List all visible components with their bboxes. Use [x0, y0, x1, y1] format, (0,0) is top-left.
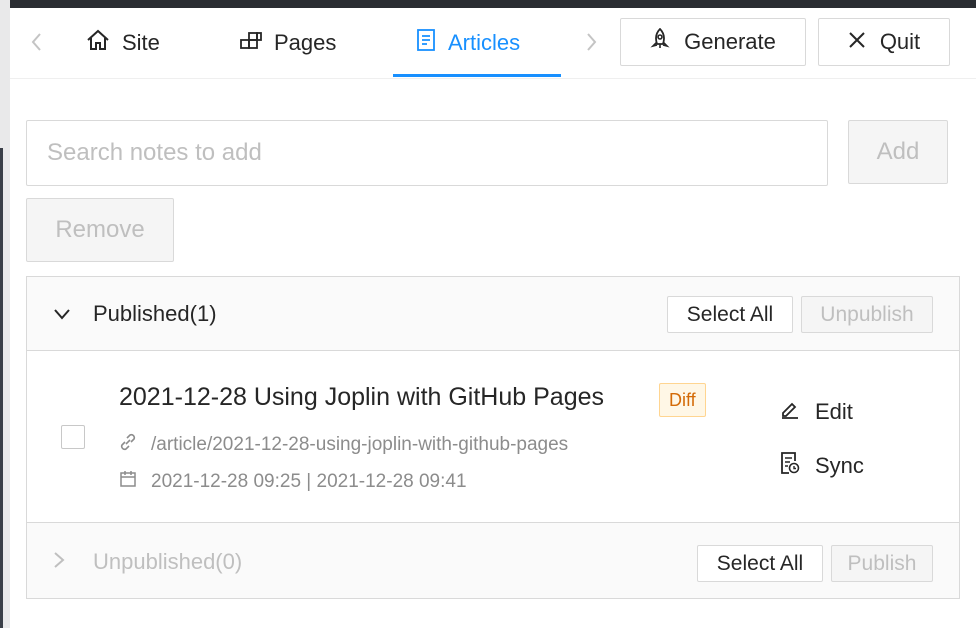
tab-pages-label: Pages: [274, 30, 337, 55]
unpublished-title: Unpublished(0): [93, 549, 243, 574]
pages-icon: [240, 30, 274, 56]
article-title[interactable]: 2021-12-28 Using Joplin with GitHub Page…: [119, 383, 604, 412]
unpublish-button[interactable]: Unpublish: [801, 296, 933, 333]
publish-button[interactable]: Publish: [831, 545, 933, 582]
unpublish-label: Unpublish: [820, 302, 914, 326]
chevron-down-icon[interactable]: [53, 307, 71, 325]
select-all-label: Select All: [686, 302, 774, 326]
link-icon: [119, 433, 151, 457]
remove-label: Remove: [55, 216, 145, 243]
tab-header: Site Pages Articles Generate Quit: [10, 8, 976, 79]
item-checkbox[interactable]: [61, 425, 85, 449]
article-path: /article/2021-12-28-using-joplin-with-gi…: [151, 434, 569, 455]
edit-action[interactable]: Edit: [779, 399, 853, 425]
close-icon: [848, 29, 880, 55]
tab-site-label: Site: [122, 30, 160, 55]
tab-scroll-left-icon[interactable]: [30, 32, 42, 52]
remove-button[interactable]: Remove: [26, 198, 174, 262]
tab-site[interactable]: Site: [86, 8, 160, 78]
chevron-right-icon[interactable]: [53, 551, 65, 574]
home-icon: [86, 29, 122, 57]
active-tab-indicator: [393, 74, 561, 77]
tab-articles[interactable]: Articles: [416, 8, 520, 78]
sync-action[interactable]: Sync: [779, 451, 864, 481]
article-dates: 2021-12-28 09:25 | 2021-12-28 09:41: [151, 471, 467, 492]
sync-label: Sync: [815, 453, 864, 478]
select-all-label: Select All: [716, 551, 804, 575]
main-panel: Site Pages Articles Generate Quit Search…: [10, 8, 976, 628]
unpublished-section-header[interactable]: Unpublished(0) Select All Publish: [27, 523, 959, 598]
quit-button[interactable]: Quit: [818, 18, 950, 66]
tab-articles-label: Articles: [448, 30, 521, 55]
search-input[interactable]: [26, 120, 828, 186]
add-button[interactable]: Add: [848, 120, 948, 184]
diff-tag: Diff: [659, 383, 706, 417]
unpublished-select-all-button[interactable]: Select All: [697, 545, 823, 582]
window-top-edge: [0, 0, 976, 8]
articles-collapse: Published(1) Select All Unpublish 2021-1…: [26, 276, 960, 599]
generate-label: Generate: [684, 29, 776, 54]
sync-icon: [779, 451, 815, 481]
published-section-header[interactable]: Published(1) Select All Unpublish: [27, 277, 959, 351]
generate-button[interactable]: Generate: [620, 18, 806, 66]
article-path-row: /article/2021-12-28-using-joplin-with-gi…: [119, 433, 568, 457]
list-item: 2021-12-28 Using Joplin with GitHub Page…: [27, 351, 959, 523]
article-dates-row: 2021-12-28 09:25 | 2021-12-28 09:41: [119, 470, 467, 494]
publish-label: Publish: [847, 551, 917, 575]
calendar-icon: [119, 470, 151, 494]
quit-label: Quit: [879, 29, 921, 54]
edit-label: Edit: [815, 399, 853, 424]
edit-icon: [779, 399, 815, 425]
tab-scroll-right-icon[interactable]: [586, 32, 598, 52]
published-select-all-button[interactable]: Select All: [667, 296, 793, 333]
rocket-icon: [650, 27, 684, 56]
window-left-edge: [0, 0, 10, 628]
add-label: Add: [876, 138, 920, 165]
articles-icon: [416, 28, 448, 58]
published-title: Published(1): [93, 301, 217, 326]
tab-pages[interactable]: Pages: [240, 8, 336, 78]
